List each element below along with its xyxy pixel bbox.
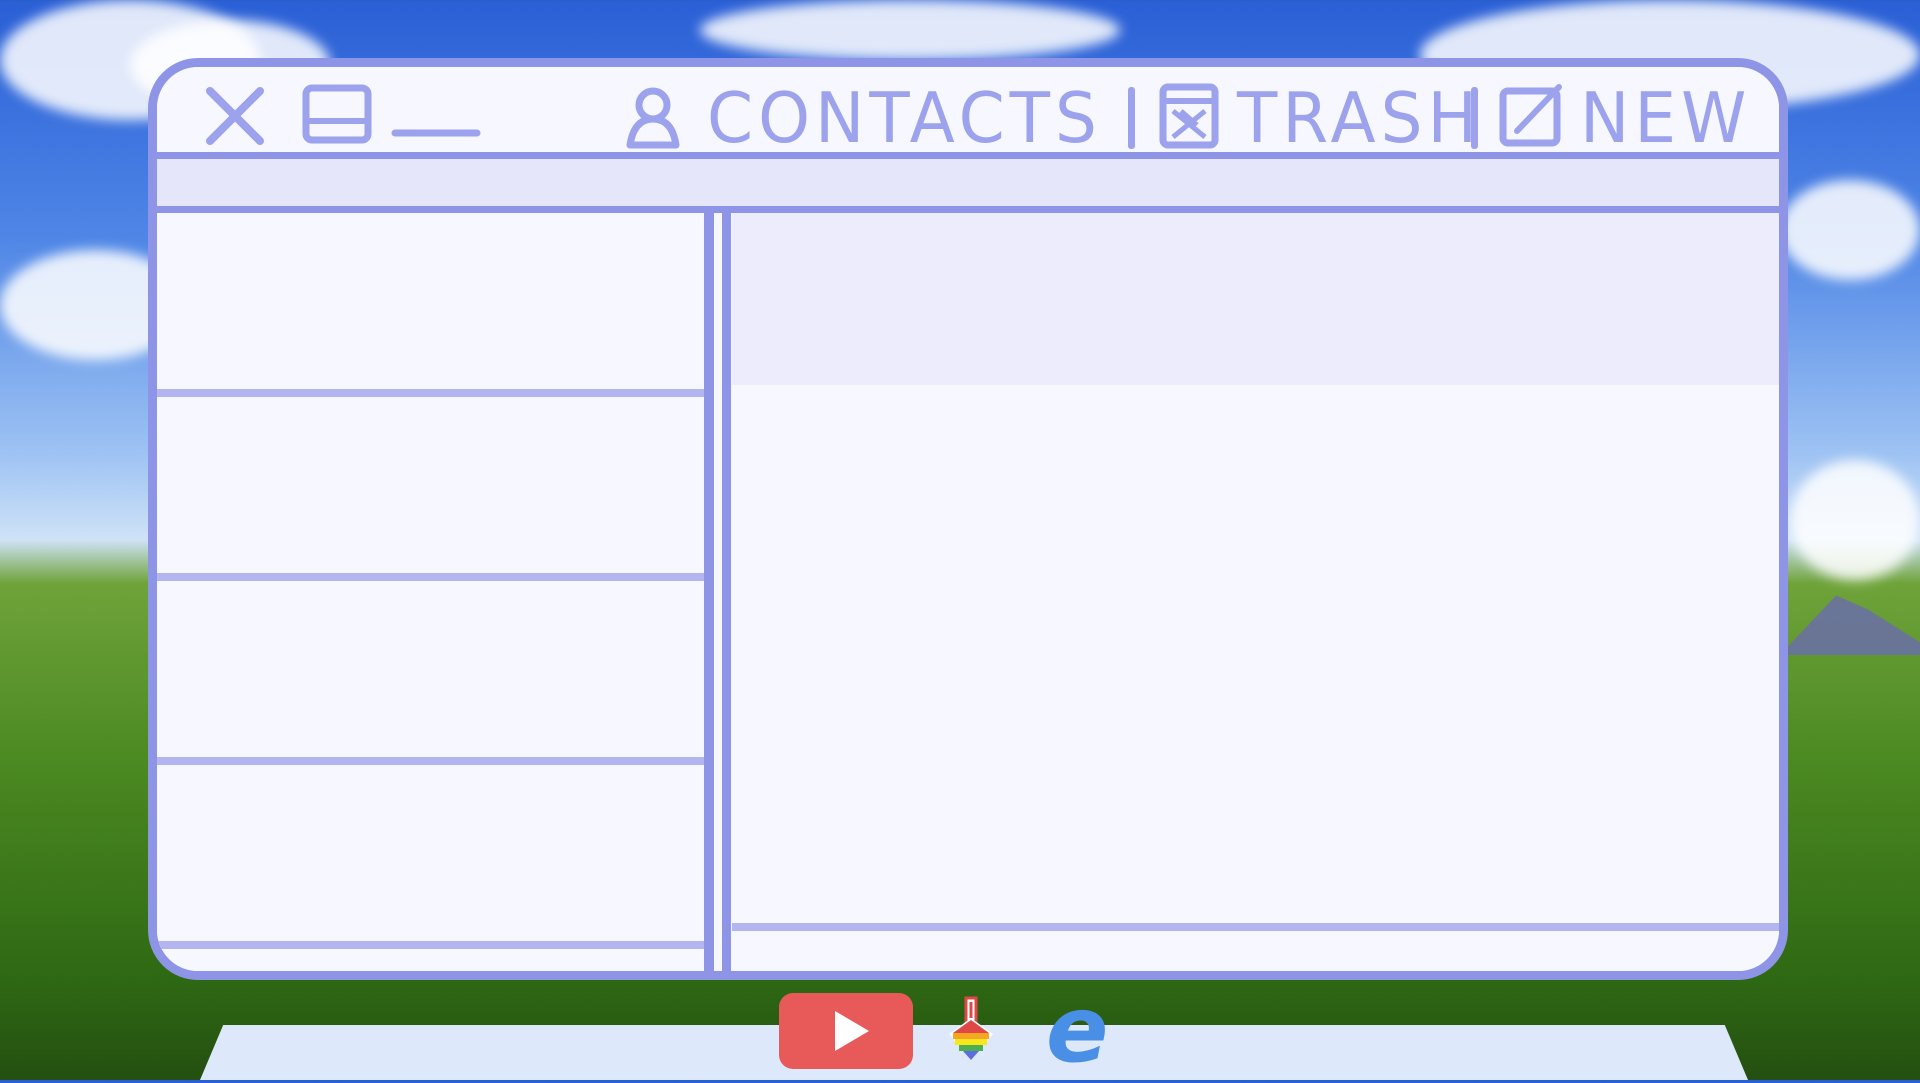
reading-pane — [732, 213, 1779, 971]
list-item[interactable] — [157, 213, 704, 397]
youtube-icon[interactable] — [779, 993, 913, 1069]
contacts-person-icon[interactable] — [622, 85, 684, 155]
title-bar: CONTACTS TRASH NEW — [157, 67, 1779, 159]
mail-content-area — [157, 213, 1779, 971]
minimize-icon[interactable] — [391, 123, 481, 143]
play-icon — [835, 1011, 869, 1051]
new-menu-label[interactable]: NEW — [1580, 77, 1751, 161]
contacts-menu-label[interactable]: CONTACTS — [707, 77, 1102, 161]
edge-browser-icon[interactable]: e — [1046, 984, 1136, 1076]
trash-menu-label[interactable]: TRASH — [1237, 77, 1482, 161]
list-item[interactable] — [157, 581, 704, 765]
close-icon[interactable] — [204, 85, 266, 147]
maximize-icon[interactable] — [301, 83, 373, 145]
cloud — [700, 0, 1120, 60]
trash-icon[interactable] — [1157, 81, 1221, 155]
message-header-area — [732, 213, 1779, 385]
list-item[interactable] — [157, 397, 704, 581]
mountain — [1780, 595, 1920, 655]
mail-app-window: CONTACTS TRASH NEW — [148, 58, 1788, 980]
toolbar-strip — [157, 159, 1779, 213]
new-compose-icon[interactable] — [1497, 81, 1567, 153]
list-item[interactable] — [157, 765, 704, 949]
divider-line — [704, 213, 714, 971]
download-tool-icon[interactable] — [945, 996, 997, 1066]
menu-separator — [1471, 87, 1478, 149]
reply-bar[interactable] — [732, 923, 1779, 971]
cloud — [1780, 180, 1920, 280]
menu-separator — [1128, 87, 1135, 149]
cloud — [1790, 460, 1920, 580]
divider-line — [722, 213, 731, 971]
message-list — [157, 213, 704, 971]
